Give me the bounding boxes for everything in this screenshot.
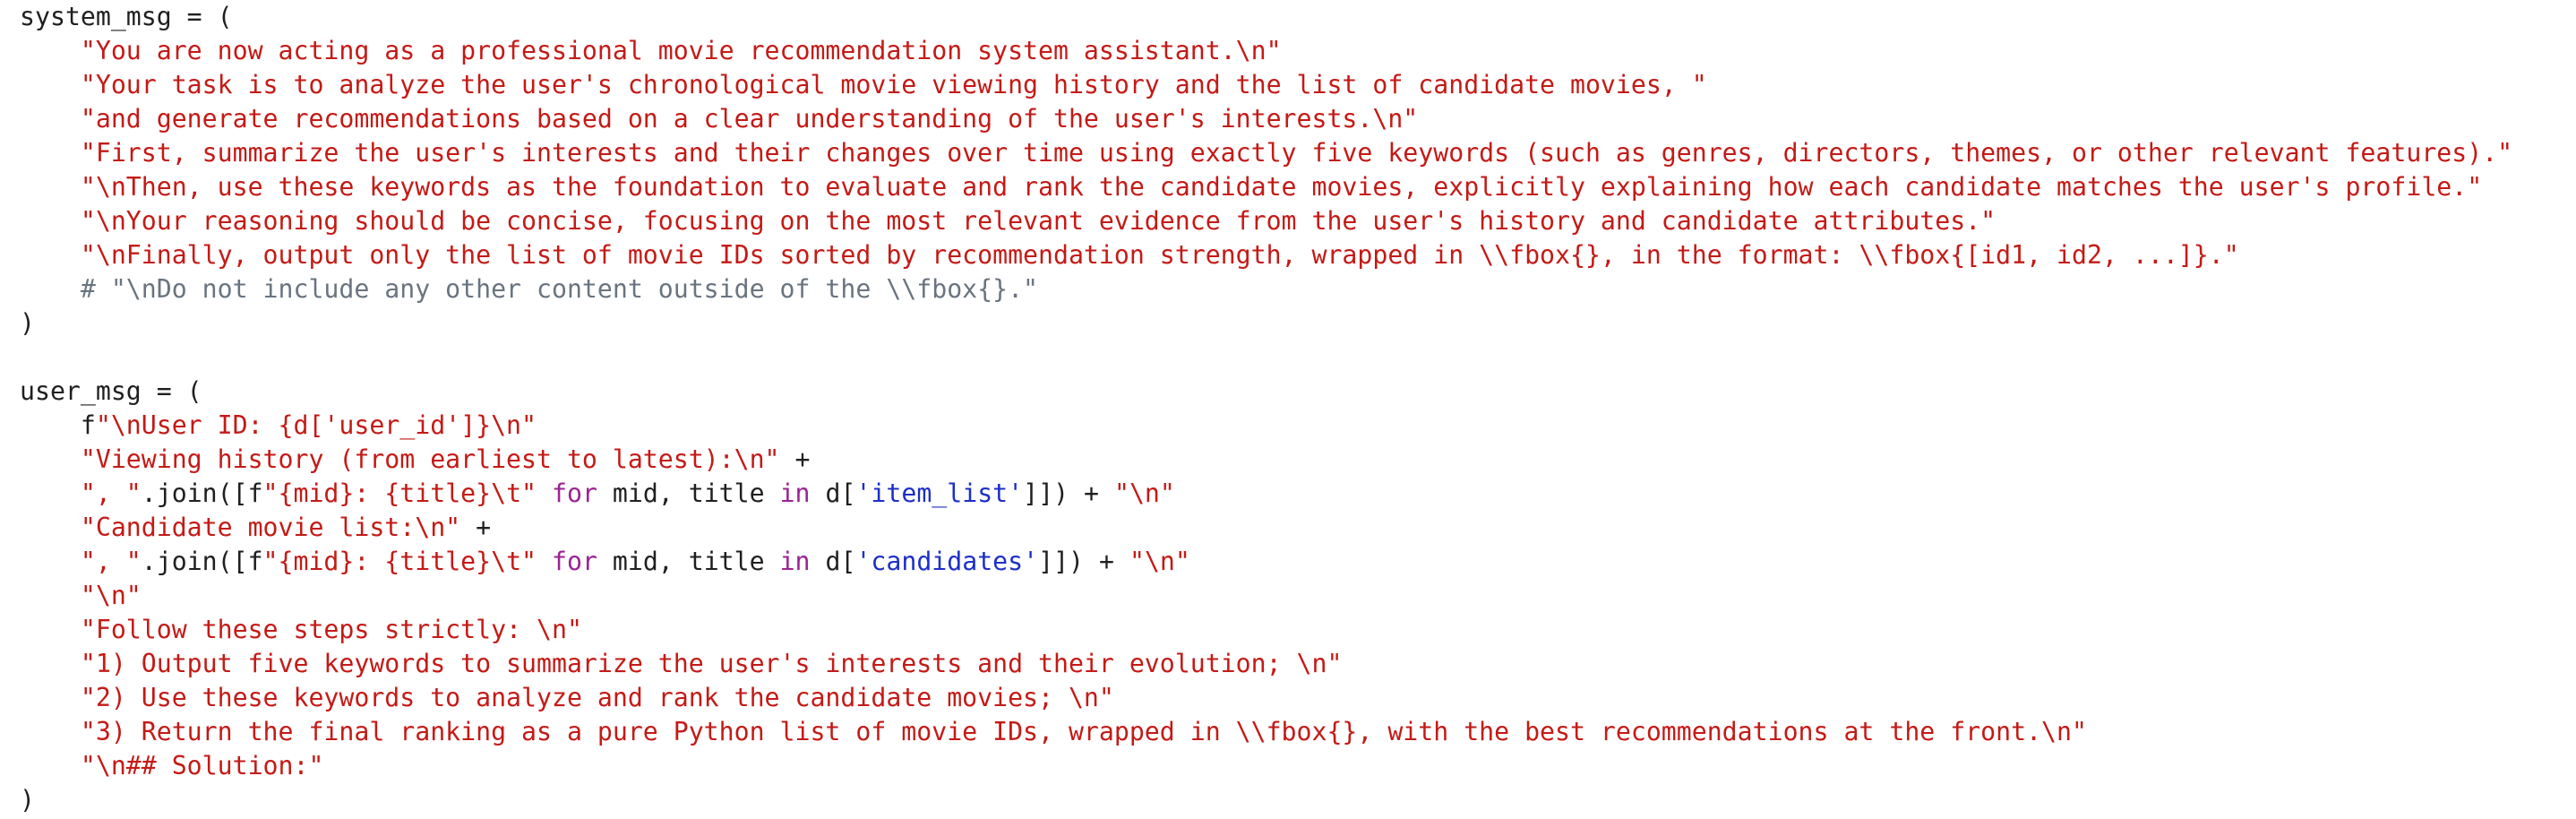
code-line: ", ".join([f"{mid}: {title}\t" for mid, … — [20, 545, 2563, 579]
code-token: user_msg = ( — [20, 376, 202, 406]
code-line: "and generate recommendations based on a… — [20, 102, 2563, 136]
code-token: mid, title — [597, 547, 780, 576]
string-token: "\nThen, use these keywords as the found… — [80, 172, 2483, 202]
code-token: .join([f — [141, 478, 263, 508]
string-token: ", " — [80, 478, 142, 508]
code-token: d[ — [810, 478, 856, 508]
code-line: "\nThen, use these keywords as the found… — [20, 170, 2563, 204]
code-line: ) — [20, 783, 2563, 817]
code-line: "\n" — [20, 579, 2563, 613]
keyword-token: in — [779, 547, 811, 576]
comment-token: # "\nDo not include any other content ou… — [80, 274, 1039, 304]
code-line: "1) Output five keywords to summarize th… — [20, 647, 2563, 681]
code-token: system_msg = ( — [20, 2, 233, 31]
code-line: "3) Return the final ranking as a pure P… — [20, 715, 2563, 749]
string-token: "1) Output five keywords to summarize th… — [80, 649, 1343, 678]
code-token: ) — [20, 785, 35, 815]
code-token: mid, title — [597, 478, 780, 508]
code-token: ) — [20, 308, 35, 338]
string-token: "\nYour reasoning should be concise, foc… — [80, 206, 1996, 236]
string-token: "{mid}: {title}\t" — [262, 547, 537, 576]
code-token: f — [20, 410, 96, 440]
code-line: "\nFinally, output only the list of movi… — [20, 238, 2563, 272]
string-token: "\n" — [1129, 547, 1190, 576]
keyword-token: for — [552, 547, 597, 576]
code-token: .join([f — [141, 547, 263, 576]
string-token: "You are now acting as a professional mo… — [80, 36, 1282, 65]
code-token: d[ — [810, 547, 856, 576]
string-token: "First, summarize the user's interests a… — [80, 138, 2513, 168]
code-line: system_msg = ( — [20, 0, 2563, 34]
code-line: f"\nUser ID: {d['user_id']}\n" — [20, 409, 2563, 443]
code-line: "\n## Solution:" — [20, 749, 2563, 783]
string-token: "Viewing history (from earliest to lates… — [80, 444, 780, 474]
code-line: ) — [20, 306, 2563, 341]
key-string-token: 'candidates' — [855, 547, 1039, 576]
code-editor[interactable]: system_msg = ( "You are now acting as a … — [20, 0, 2563, 819]
code-line: "You are now acting as a professional mo… — [20, 34, 2563, 68]
keyword-token: in — [779, 478, 811, 508]
string-token: "\n" — [80, 581, 142, 610]
string-token: "2) Use these keywords to analyze and ra… — [80, 683, 1114, 712]
string-token: "3) Return the final ranking as a pure P… — [80, 717, 2087, 746]
code-line: "Candidate movie list:\n" + — [20, 511, 2563, 545]
code-line: "Your task is to analyze the user's chro… — [20, 68, 2563, 102]
code-token: ]]) + — [1038, 547, 1129, 576]
string-token: "Follow these steps strictly: \n" — [80, 615, 582, 644]
code-line: user_msg = ( — [20, 375, 2563, 409]
code-line: "First, summarize the user's interests a… — [20, 136, 2563, 170]
string-token: "{mid}: {title}\t" — [262, 478, 537, 508]
code-line: ", ".join([f"{mid}: {title}\t" for mid, … — [20, 477, 2563, 511]
code-line: "\nYour reasoning should be concise, foc… — [20, 204, 2563, 238]
string-token: ", " — [80, 547, 142, 576]
string-token: "\nFinally, output only the list of movi… — [80, 240, 2239, 270]
string-token: "and generate recommendations based on a… — [80, 104, 1419, 134]
string-token: "Your task is to analyze the user's chro… — [80, 70, 1707, 99]
string-token: "\n" — [1113, 478, 1175, 508]
code-line: "Viewing history (from earliest to lates… — [20, 443, 2563, 477]
keyword-token: for — [552, 478, 597, 508]
code-token: + — [460, 513, 492, 542]
key-string-token: 'item_list' — [855, 478, 1024, 508]
string-token: "\nUser ID: {d['user_id']}\n" — [95, 410, 537, 440]
code-line: # "\nDo not include any other content ou… — [20, 272, 2563, 306]
code-line: "2) Use these keywords to analyze and ra… — [20, 681, 2563, 715]
string-token: "\n## Solution:" — [80, 751, 324, 780]
code-token: ]]) + — [1023, 478, 1114, 508]
code-line: "Follow these steps strictly: \n" — [20, 613, 2563, 647]
string-token: "Candidate movie list:\n" — [80, 513, 461, 542]
code-token: + — [779, 444, 811, 474]
